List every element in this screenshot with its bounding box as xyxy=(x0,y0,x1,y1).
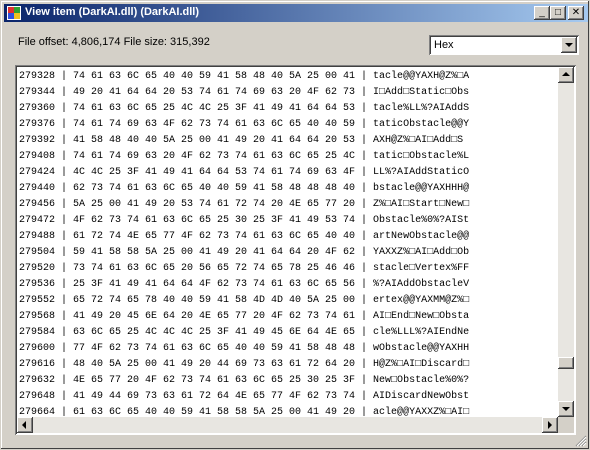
hex-line: 279616 | 48 40 5A 25 00 41 49 20 44 69 7… xyxy=(19,359,470,370)
resize-grip-icon[interactable] xyxy=(575,435,587,447)
hex-line: 279568 | 41 49 20 45 6E 64 20 4E 65 77 2… xyxy=(19,311,470,322)
close-button[interactable]: ✕ xyxy=(568,6,584,20)
hex-view-textbox[interactable]: 279328 | 74 61 63 6C 65 40 40 59 41 58 4… xyxy=(15,65,576,435)
app-icon xyxy=(7,6,21,20)
window-title: View item (DarkAI.dll) (DarkAI.dll) xyxy=(25,6,200,18)
arrow-up-icon[interactable] xyxy=(558,67,574,83)
hex-line: 279344 | 49 20 41 64 64 20 53 74 61 74 6… xyxy=(19,87,470,98)
maximize-icon: □ xyxy=(554,7,562,18)
hex-line: 279392 | 41 58 48 40 40 5A 25 00 41 49 2… xyxy=(19,135,464,146)
hex-line: 279376 | 74 61 74 69 63 4F 62 73 74 61 6… xyxy=(19,119,470,130)
hex-line: 279440 | 62 73 74 61 63 6C 65 40 40 59 4… xyxy=(19,183,470,194)
arrow-right-icon[interactable] xyxy=(542,417,558,433)
hex-line: 279472 | 4F 62 73 74 61 63 6C 65 25 30 2… xyxy=(19,215,470,226)
hex-line: 279456 | 5A 25 00 41 49 20 53 74 61 72 7… xyxy=(19,199,470,210)
minimize-icon: _ xyxy=(539,7,545,18)
hex-line: 279328 | 74 61 63 6C 65 40 40 59 41 58 4… xyxy=(19,71,470,82)
hex-line: 279552 | 65 72 74 65 78 40 40 59 41 58 4… xyxy=(19,295,470,306)
close-icon: ✕ xyxy=(571,7,581,18)
arrow-left-icon[interactable] xyxy=(17,417,33,433)
title-bar[interactable]: View item (DarkAI.dll) (DarkAI.dll) _ □ … xyxy=(4,4,588,22)
chevron-down-icon[interactable] xyxy=(561,37,577,53)
minimize-button[interactable]: _ xyxy=(534,6,550,20)
horizontal-scrollbar[interactable] xyxy=(17,417,558,433)
hex-line: 279424 | 4C 4C 25 3F 41 49 41 64 64 53 7… xyxy=(19,167,470,178)
arrow-down-icon[interactable] xyxy=(558,401,574,417)
hex-lines: 279328 | 74 61 63 6C 65 40 40 59 41 58 4… xyxy=(19,69,469,435)
hex-line: 279584 | 63 6C 65 25 4C 4C 4C 25 3F 41 4… xyxy=(19,327,470,338)
scrollbar-corner xyxy=(558,417,574,433)
hex-line: 279408 | 74 61 74 69 63 20 4F 62 73 74 6… xyxy=(19,151,470,162)
view-item-window: View item (DarkAI.dll) (DarkAI.dll) _ □ … xyxy=(0,0,590,450)
hex-line: 279520 | 73 74 61 63 6C 65 20 56 65 72 7… xyxy=(19,263,470,274)
hex-line: 279648 | 41 49 44 69 73 63 61 72 64 4E 6… xyxy=(19,391,470,402)
hex-line: 279632 | 4E 65 77 20 4F 62 73 74 61 63 6… xyxy=(19,375,470,386)
hex-line: 279488 | 61 72 74 4E 65 77 4F 62 73 74 6… xyxy=(19,231,470,242)
hex-line: 279504 | 59 41 58 58 5A 25 00 41 49 20 4… xyxy=(19,247,470,258)
file-offset-size-label: File offset: 4,806,174 File size: 315,39… xyxy=(18,36,210,48)
hex-line: 279536 | 25 3F 41 49 41 64 64 4F 62 73 7… xyxy=(19,279,470,290)
vertical-scroll-thumb[interactable] xyxy=(558,357,574,369)
view-mode-dropdown[interactable]: Hex xyxy=(429,35,579,55)
hex-line: 279600 | 77 4F 62 73 74 61 63 6C 65 40 4… xyxy=(19,343,470,354)
vertical-scrollbar[interactable] xyxy=(558,67,574,417)
view-mode-selected: Hex xyxy=(434,39,454,51)
hex-line: 279360 | 74 61 63 6C 65 25 4C 4C 25 3F 4… xyxy=(19,103,470,114)
maximize-button[interactable]: □ xyxy=(550,6,566,20)
